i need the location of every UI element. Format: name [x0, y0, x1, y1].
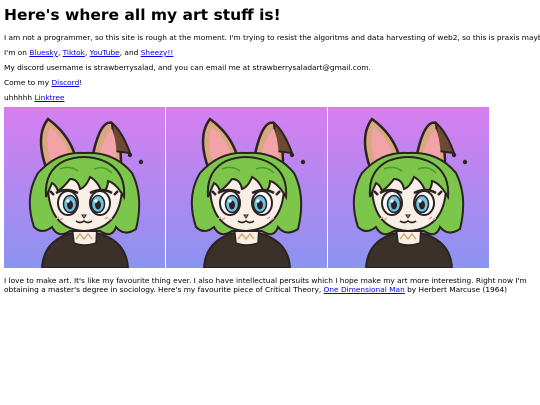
tiktok-link[interactable]: Tiktok — [63, 48, 85, 57]
contact-text: My discord username is strawberrysalad, … — [4, 63, 371, 72]
discord-link[interactable]: Discord — [51, 78, 79, 87]
bluesky-link[interactable]: Bluesky — [29, 48, 58, 57]
linktree-link[interactable]: Linktree — [34, 93, 64, 102]
artwork-image — [4, 107, 165, 268]
socials-prefix: I'm on — [4, 48, 30, 57]
youtube-link[interactable]: YouTube — [90, 48, 120, 57]
cat-character-illustration — [328, 107, 489, 268]
page-title: Here's where all my art stuff is! — [4, 6, 281, 24]
cat-character-illustration — [4, 107, 165, 268]
discord-suffix: ! — [79, 78, 83, 87]
intro-text: I am not a programmer, so this site is r… — [4, 33, 540, 42]
linktree-line: uhhhhh Linktree — [4, 93, 64, 103]
linktree-prefix: uhhhhh — [4, 93, 35, 102]
about-paragraph: I love to make art. It's like my favouri… — [4, 276, 536, 294]
socials-line: I'm on Bluesky, Tiktok, YouTube, and She… — [4, 48, 173, 58]
discord-prefix: Come to my — [4, 78, 52, 87]
sheezy-link[interactable]: Sheezy!! — [141, 48, 174, 57]
artwork-image — [328, 107, 489, 268]
about-suffix: by Herbert Marcuse (1964) — [404, 285, 508, 294]
one-dimensional-man-link[interactable]: One Dimensional Man — [324, 285, 405, 294]
artwork-image — [166, 107, 327, 268]
cat-character-illustration — [166, 107, 327, 268]
socials-separator: , and — [119, 48, 141, 57]
discord-line: Come to my Discord! — [4, 78, 82, 88]
